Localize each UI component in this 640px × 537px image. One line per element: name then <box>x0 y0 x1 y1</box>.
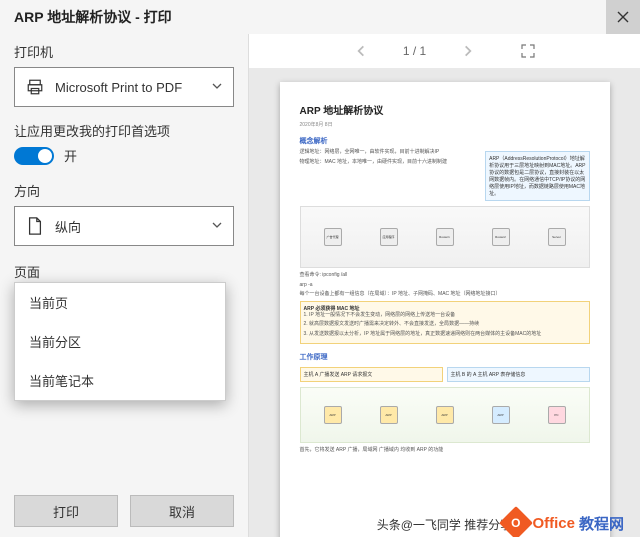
pages-dropdown: 当前页 当前分区 当前笔记本 <box>14 282 226 401</box>
toggle-state: 开 <box>64 146 77 165</box>
doc-p4: 首先，它将发送 ARP 广播，局域网 广播域内 均收到 ARP 的功能 <box>300 447 590 455</box>
page-icon <box>25 216 45 236</box>
chevron-down-icon <box>211 80 223 95</box>
prev-page-button[interactable] <box>353 43 369 59</box>
settings-panel: 打印机 Microsoft Print to PDF 让应用更改我的打印首选项 … <box>0 34 248 537</box>
doc-callout: ARP 必须获得 MAC 地址 1. IP 地址一般情况下不会发生变动，网络层的… <box>300 301 590 345</box>
orientation-select[interactable]: 纵向 <box>14 206 234 246</box>
print-dialog: ARP 地址解析协议 - 打印 打印机 Microsoft Print to P… <box>0 0 640 537</box>
dialog-body: 打印机 Microsoft Print to PDF 让应用更改我的打印首选项 … <box>0 34 640 537</box>
doc-p3: 每个一台设备上都有一组信息（在局域）：IP 地址、子网掩码、MAC 地址（网络地… <box>300 291 590 299</box>
fullscreen-button[interactable] <box>520 43 536 59</box>
orientation-label: 方向 <box>14 181 234 200</box>
doc-info-box: ARP（AddressResolutionProtocol）地址解析协议用于三层… <box>485 151 589 201</box>
close-icon <box>617 11 629 23</box>
printer-value: Microsoft Print to PDF <box>55 80 182 95</box>
pages-option-current-page[interactable]: 当前页 <box>15 283 225 322</box>
doc-diagram-2: ARP ARP ARP ARP PC <box>300 387 590 443</box>
pages-option-current-notebook[interactable]: 当前笔记本 <box>15 361 225 400</box>
printer-label: 打印机 <box>14 42 234 61</box>
toggle-row: 开 <box>14 146 234 165</box>
doc-section-1: 概念解析 <box>300 136 590 146</box>
orientation-value: 纵向 <box>55 217 81 236</box>
pages-label: 页面 <box>14 262 234 281</box>
doc-box2a: 主机 A 广播发送 ARP 请求报文 <box>300 367 443 382</box>
next-page-button[interactable] <box>460 43 476 59</box>
chevron-down-icon <box>211 219 223 234</box>
doc-box2b: 主机 B 的 A 主机 ARP 表存储信息 <box>447 367 590 382</box>
printer-select[interactable]: Microsoft Print to PDF <box>14 67 234 107</box>
page-counter: 1 / 1 <box>403 44 426 58</box>
watermark-t2: 教程网 <box>579 513 624 534</box>
doc-cmd-label: 查看命令: ipconfig /all <box>300 272 590 280</box>
doc-section-2: 工作原理 <box>300 352 590 362</box>
footer-buttons: 打印 取消 <box>14 487 234 527</box>
watermark-t1: Office <box>532 515 575 532</box>
preview-toolbar: 1 / 1 <box>249 34 640 68</box>
doc-diagram-1: 广告代理应用程序 Rooter1Rooter2Server <box>300 206 590 268</box>
cancel-button[interactable]: 取消 <box>130 495 234 527</box>
preview-page: ARP 地址解析协议 2020年8月 8日 概念解析 ARP（AddressRe… <box>280 82 610 537</box>
pages-option-current-section[interactable]: 当前分区 <box>15 322 225 361</box>
orientation-section: 方向 纵向 <box>14 181 234 246</box>
printer-icon <box>25 77 45 97</box>
doc-cmd: arp -a <box>300 282 590 290</box>
preview-area[interactable]: ARP 地址解析协议 2020年8月 8日 概念解析 ARP（AddressRe… <box>249 68 640 537</box>
close-button[interactable] <box>606 0 640 34</box>
watermark: O Office教程网 <box>504 511 624 535</box>
preview-panel: 1 / 1 ARP 地址解析协议 2020年8月 8日 概念解析 ARP（Add… <box>248 34 640 537</box>
print-button[interactable]: 打印 <box>14 495 118 527</box>
window-title: ARP 地址解析协议 - 打印 <box>14 7 172 27</box>
bottom-caption: 头条@一飞同学 推荐分享 <box>377 516 513 533</box>
apps-toggle[interactable] <box>14 147 54 165</box>
doc-date: 2020年8月 8日 <box>300 121 590 128</box>
title-bar: ARP 地址解析协议 - 打印 <box>0 0 640 34</box>
apps-change-label: 让应用更改我的打印首选项 <box>14 121 234 140</box>
doc-title: ARP 地址解析协议 <box>300 102 590 117</box>
office-logo-icon: O <box>499 506 533 537</box>
